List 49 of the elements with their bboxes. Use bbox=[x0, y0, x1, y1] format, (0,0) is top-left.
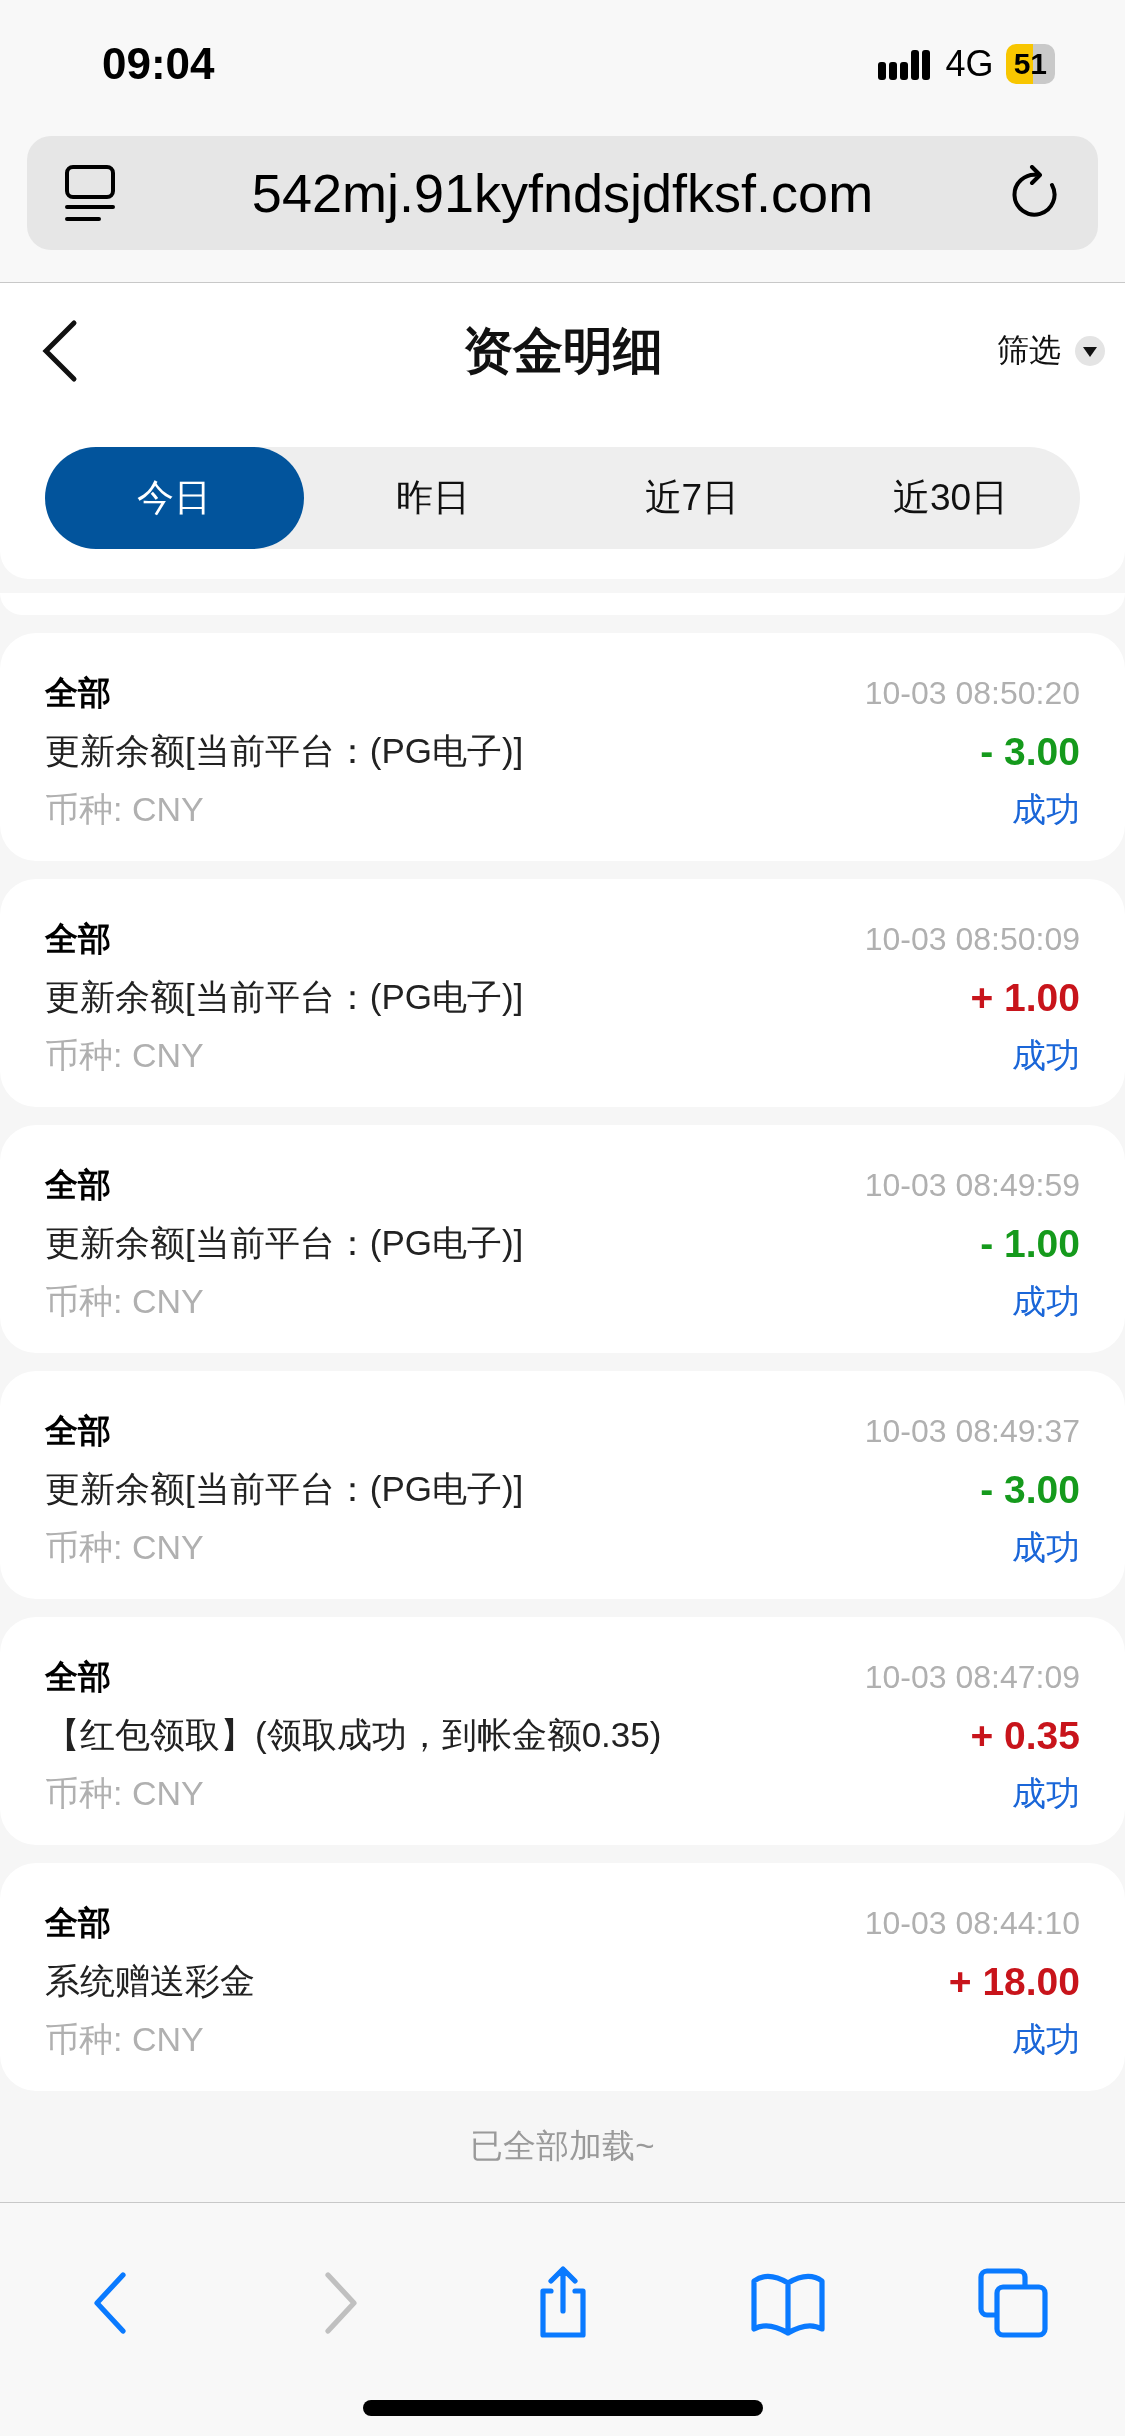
date-tab[interactable]: 近7日 bbox=[562, 447, 822, 549]
record-status: 成功 bbox=[1012, 1281, 1080, 1322]
record-time: 10-03 08:49:37 bbox=[864, 1413, 1080, 1450]
record-description: 更新余额[当前平台：(PG电子)] bbox=[45, 976, 524, 1018]
record-time: 10-03 08:50:20 bbox=[864, 675, 1080, 712]
record-amount: - 3.00 bbox=[980, 729, 1080, 774]
record-description: 系统赠送彩金 bbox=[45, 1960, 255, 2002]
date-tab[interactable]: 近30日 bbox=[821, 447, 1080, 549]
url-text: 542mj.91kyfndsjdfksf.com bbox=[251, 162, 874, 224]
record-status: 成功 bbox=[1012, 789, 1080, 830]
record-currency: 币种: CNY bbox=[45, 1281, 204, 1322]
record-status: 成功 bbox=[1012, 1035, 1080, 1076]
record-currency: 币种: CNY bbox=[45, 1527, 204, 1568]
network-label: 4G bbox=[945, 43, 994, 85]
record-time: 10-03 08:47:09 bbox=[864, 1659, 1080, 1696]
record-time: 10-03 08:49:59 bbox=[864, 1167, 1080, 1204]
dropdown-icon[interactable] bbox=[1075, 336, 1105, 366]
status-time: 09:04 bbox=[102, 39, 215, 89]
record-time: 10-03 08:50:09 bbox=[864, 921, 1080, 958]
end-of-list-note: 已全部加载~ bbox=[470, 2125, 655, 2166]
record-description: 更新余额[当前平台：(PG电子)] bbox=[45, 1468, 524, 1510]
record-type: 全部 bbox=[45, 1411, 111, 1451]
record-currency: 币种: CNY bbox=[45, 1773, 204, 1814]
record-time: 10-03 08:44:10 bbox=[864, 1905, 1080, 1942]
page-title: 资金明细 bbox=[462, 321, 663, 381]
record-type: 全部 bbox=[45, 1165, 111, 1205]
address-bar[interactable]: 542mj.91kyfndsjdfksf.com bbox=[27, 136, 1098, 250]
record-description: 更新余额[当前平台：(PG电子)] bbox=[45, 1222, 524, 1264]
record-amount: - 1.00 bbox=[980, 1221, 1080, 1266]
record-type: 全部 bbox=[45, 919, 111, 959]
date-tab[interactable]: 今日 bbox=[45, 447, 304, 549]
record-description: 【红包领取】(领取成功，到帐金额0.35) bbox=[45, 1714, 662, 1756]
record-type: 全部 bbox=[45, 1657, 111, 1697]
record-status: 成功 bbox=[1012, 2019, 1080, 2060]
date-tab[interactable]: 昨日 bbox=[303, 447, 563, 549]
record-currency: 币种: CNY bbox=[45, 789, 204, 830]
reader-icon bbox=[63, 163, 117, 223]
record-status: 成功 bbox=[1012, 1527, 1080, 1568]
record-amount: + 1.00 bbox=[970, 975, 1080, 1020]
filter-label[interactable]: 筛选 bbox=[997, 329, 1061, 373]
record-status: 成功 bbox=[1012, 1773, 1080, 1814]
record-type: 全部 bbox=[45, 673, 111, 713]
record-amount: - 3.00 bbox=[980, 1467, 1080, 1512]
record-amount: + 0.35 bbox=[970, 1713, 1080, 1758]
record-amount: + 18.00 bbox=[948, 1959, 1080, 2004]
record-type: 全部 bbox=[45, 1903, 111, 1943]
record-currency: 币种: CNY bbox=[45, 2019, 204, 2060]
record-currency: 币种: CNY bbox=[45, 1035, 204, 1076]
record-description: 更新余额[当前平台：(PG电子)] bbox=[45, 730, 524, 772]
